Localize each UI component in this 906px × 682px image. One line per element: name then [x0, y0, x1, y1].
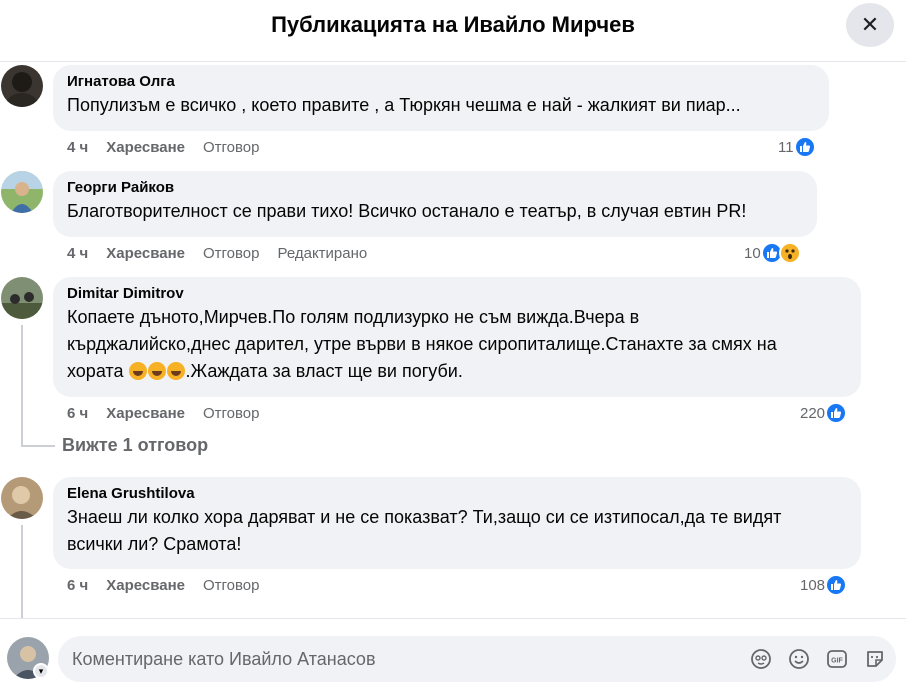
comment-text: Благотворителност се прави тихо! Всичко …	[67, 201, 747, 221]
close-button[interactable]: ✕	[846, 3, 894, 47]
like-button[interactable]: Харесване	[106, 139, 185, 156]
composer-icons: GIF	[750, 648, 888, 672]
comment-text-line: Копаете дъното,Мирчев.По голям подлизурк…	[67, 307, 640, 327]
reaction-count: 220	[800, 404, 826, 422]
comment-text-prefix: хората	[67, 361, 129, 381]
like-button[interactable]: Харесване	[106, 405, 185, 422]
comment-text-line: кърджалийско,днес дарител, утре върви в …	[67, 334, 777, 354]
comments-feed[interactable]: Игнатова Олга Популизъм е всичко , което…	[0, 63, 906, 618]
chevron-down-icon[interactable]: ▾	[33, 663, 49, 679]
comment-time[interactable]: 4 ч	[67, 139, 88, 156]
comment-time[interactable]: 6 ч	[67, 577, 88, 594]
thread-line	[21, 525, 23, 618]
edited-label[interactable]: Редактирано	[278, 245, 368, 262]
avatar[interactable]	[1, 477, 43, 519]
comment-bubble: Elena Grushtilova Знаеш ли колко хора да…	[53, 477, 861, 569]
wow-icon	[778, 242, 801, 264]
like-button[interactable]: Харесване	[106, 577, 185, 594]
comment-text-suffix: .Жаждата за власт ще ви погуби.	[185, 361, 463, 381]
close-icon: ✕	[860, 12, 880, 37]
like-button[interactable]: Харесване	[106, 245, 185, 262]
svg-text:GIF: GIF	[831, 658, 843, 665]
like-icon	[825, 574, 848, 596]
comment-bubble: Игнатова Олга Популизъм е всичко , което…	[53, 65, 829, 131]
reply-button[interactable]: Отговор	[203, 245, 260, 262]
comment-time[interactable]: 6 ч	[67, 405, 88, 422]
laughing-emoji-icon	[166, 362, 185, 380]
comment-author[interactable]: Dimitar Dimitrov	[67, 284, 847, 304]
emoji-icon[interactable]	[788, 648, 812, 672]
thread-connector	[21, 445, 55, 447]
comment-bubble: Георги Райков Благотворителност се прави…	[53, 171, 817, 237]
dialog-title: Публикацията на Ивайло Мирчев	[271, 12, 635, 37]
comment-actions: 4 ч Харесване Отговор Редактирано	[67, 245, 367, 262]
reaction-summary[interactable]: 11	[778, 136, 816, 158]
reaction-count: 108	[800, 576, 826, 594]
comment-author[interactable]: Георги Райков	[67, 178, 803, 198]
comment-text: Популизъм е всичко , което правите , а Т…	[67, 95, 741, 115]
reply-button[interactable]: Отговор	[203, 139, 260, 156]
reply-button[interactable]: Отговор	[203, 577, 260, 594]
reaction-count: 11	[778, 138, 794, 156]
avatar[interactable]	[1, 65, 43, 107]
avatar[interactable]	[1, 277, 43, 319]
like-icon	[793, 136, 816, 158]
thread-line	[21, 325, 23, 447]
reaction-summary[interactable]: 10	[744, 242, 801, 264]
comment-actions: 6 ч Харесване Отговор	[67, 405, 260, 422]
laughing-emoji-icon	[128, 362, 147, 380]
avatar[interactable]	[1, 171, 43, 213]
reaction-summary[interactable]: 220	[800, 402, 848, 424]
avatar-sticker-icon[interactable]	[750, 648, 774, 672]
comment-actions: 4 ч Харесване Отговор	[67, 139, 260, 156]
comment-text-line: хората .Жаждата за власт ще ви погуби.	[67, 358, 847, 385]
comment-text-line: всички ли? Срамота!	[67, 534, 242, 554]
comment-actions: 6 ч Харесване Отговор	[67, 577, 260, 594]
comment-time[interactable]: 4 ч	[67, 245, 88, 262]
view-replies-link[interactable]: Вижте 1 отговор	[62, 435, 208, 456]
laughing-emoji-icon	[147, 362, 166, 380]
comment-bubble: Dimitar Dimitrov Копаете дъното,Мирчев.П…	[53, 277, 861, 397]
comment-author[interactable]: Игнатова Олга	[67, 72, 815, 92]
comment-text-line: Знаеш ли колко хора даряват и не се пока…	[67, 507, 782, 527]
comment-author[interactable]: Elena Grushtilova	[67, 484, 847, 504]
like-icon	[825, 402, 848, 424]
comment-composer: ▾ GIF	[0, 618, 906, 682]
reaction-count: 10	[744, 244, 761, 262]
reply-button[interactable]: Отговор	[203, 405, 260, 422]
dialog-header: Публикацията на Ивайло Мирчев ✕	[0, 0, 906, 62]
sticker-icon[interactable]	[864, 648, 888, 672]
gif-icon[interactable]: GIF	[826, 648, 850, 672]
reaction-summary[interactable]: 108	[800, 574, 848, 596]
